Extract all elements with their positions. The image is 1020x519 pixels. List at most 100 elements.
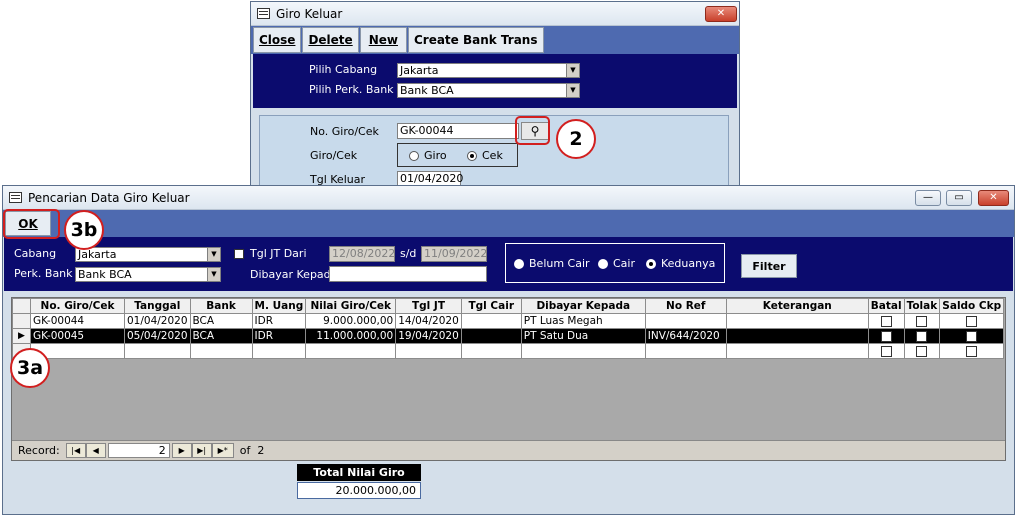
cell-empty[interactable] bbox=[460, 343, 522, 359]
cell-tolak[interactable] bbox=[903, 313, 941, 329]
col-header[interactable]: Tanggal bbox=[124, 298, 191, 314]
tolak-checkbox[interactable] bbox=[916, 345, 928, 357]
create-bank-trans-button[interactable]: Create Bank Trans bbox=[407, 27, 544, 53]
cell-batal[interactable] bbox=[867, 313, 905, 329]
cell-saldo[interactable] bbox=[939, 328, 1005, 344]
cell-empty[interactable] bbox=[395, 343, 462, 359]
next-record-button[interactable]: ▶ bbox=[171, 443, 192, 458]
cell-no-giro[interactable]: GK-00044 bbox=[30, 313, 125, 329]
cell-tanggal[interactable]: 05/04/2020 bbox=[124, 328, 191, 344]
saldo-ckp-checkbox[interactable] bbox=[966, 345, 978, 357]
cell-tolak[interactable] bbox=[903, 328, 941, 344]
col-header[interactable]: M. Uang bbox=[251, 298, 307, 314]
col-header[interactable]: Tgl JT bbox=[395, 298, 462, 314]
cell-tolak[interactable] bbox=[903, 343, 941, 359]
cell-saldo[interactable] bbox=[939, 343, 1005, 359]
cell-uang[interactable]: IDR bbox=[251, 328, 307, 344]
no-giro-input[interactable]: GK-00044 bbox=[397, 123, 519, 139]
chevron-down-icon[interactable]: ▼ bbox=[207, 248, 220, 261]
cell-ref[interactable] bbox=[644, 313, 727, 329]
cell-empty[interactable] bbox=[251, 343, 307, 359]
record-number-input[interactable]: 2 bbox=[107, 443, 170, 458]
col-header[interactable]: Saldo Ckp bbox=[939, 298, 1005, 314]
col-header[interactable]: Dibayar Kepada bbox=[520, 298, 646, 314]
saldo-ckp-checkbox[interactable] bbox=[966, 315, 978, 327]
minimize-icon[interactable]: — bbox=[915, 190, 941, 206]
col-header[interactable]: Batal bbox=[867, 298, 905, 314]
radio-cek[interactable]: Cek bbox=[467, 149, 503, 162]
radio-cek-icon[interactable] bbox=[467, 151, 477, 161]
filter-button[interactable]: Filter bbox=[741, 254, 797, 278]
cell-no-giro[interactable]: GK-00045 bbox=[30, 328, 125, 344]
row-selector[interactable]: ▶ bbox=[12, 328, 31, 344]
batal-checkbox[interactable] bbox=[880, 330, 892, 342]
col-header[interactable]: Keterangan bbox=[725, 298, 869, 314]
cell-nilai[interactable]: 11.000.000,00 bbox=[305, 328, 397, 344]
cell-ref[interactable]: INV/644/2020 bbox=[644, 328, 727, 344]
radio-giro[interactable]: Giro bbox=[409, 149, 447, 162]
saldo-ckp-checkbox[interactable] bbox=[966, 330, 978, 342]
cell-tgl-cair[interactable] bbox=[460, 313, 522, 329]
cell-empty[interactable] bbox=[725, 343, 869, 359]
tolak-checkbox[interactable] bbox=[916, 315, 928, 327]
close-button[interactable]: Close bbox=[253, 27, 302, 53]
cell-batal[interactable] bbox=[867, 343, 905, 359]
window-menu-icon[interactable] bbox=[257, 8, 270, 19]
tgl-jt-checkbox[interactable] bbox=[234, 249, 244, 259]
col-header[interactable]: No. Giro/Cek bbox=[30, 298, 125, 314]
cell-dibayar[interactable]: PT Luas Megah bbox=[520, 313, 646, 329]
col-header[interactable]: Bank bbox=[189, 298, 253, 314]
col-header[interactable]: Tgl Cair bbox=[460, 298, 522, 314]
col-header[interactable]: Nilai Giro/Cek bbox=[305, 298, 397, 314]
table-row[interactable]: GK-00044 01/04/2020 BCA IDR 9.000.000,00… bbox=[12, 313, 1005, 329]
dibayar-input[interactable] bbox=[329, 266, 487, 282]
cell-empty[interactable] bbox=[124, 343, 191, 359]
chevron-down-icon[interactable]: ▼ bbox=[566, 64, 579, 77]
cell-empty[interactable] bbox=[644, 343, 727, 359]
cell-nilai[interactable]: 9.000.000,00 bbox=[305, 313, 397, 329]
delete-button[interactable]: Delete bbox=[302, 27, 359, 53]
cell-ket[interactable] bbox=[725, 328, 869, 344]
perk-bank-combo[interactable]: Bank BCA ▼ bbox=[75, 267, 221, 282]
cell-ket[interactable] bbox=[725, 313, 869, 329]
close-icon[interactable]: ✕ bbox=[978, 190, 1009, 206]
cell-uang[interactable]: IDR bbox=[251, 313, 307, 329]
new-record-row[interactable] bbox=[12, 343, 1005, 359]
close-icon[interactable]: ✕ bbox=[705, 6, 737, 22]
col-header[interactable]: Tolak bbox=[903, 298, 941, 314]
window-menu-icon[interactable] bbox=[9, 192, 22, 203]
pilih-bank-combo[interactable]: Bank BCA ▼ bbox=[397, 83, 580, 98]
col-header[interactable]: No Ref bbox=[644, 298, 727, 314]
cell-tgl-jt[interactable]: 19/04/2020 bbox=[395, 328, 462, 344]
cell-empty[interactable] bbox=[189, 343, 253, 359]
chevron-down-icon[interactable]: ▼ bbox=[566, 84, 579, 97]
prev-record-button[interactable]: ◀ bbox=[85, 443, 106, 458]
maximize-icon[interactable]: ▭ bbox=[946, 190, 972, 206]
new-button[interactable]: New bbox=[359, 27, 407, 53]
first-record-button[interactable]: |◀ bbox=[65, 443, 86, 458]
row-selector[interactable] bbox=[12, 313, 31, 329]
radio-belum-cair[interactable]: Belum Cair bbox=[514, 257, 590, 270]
tolak-checkbox[interactable] bbox=[916, 330, 928, 342]
cell-tgl-jt[interactable]: 14/04/2020 bbox=[395, 313, 462, 329]
new-record-button[interactable]: ▶* bbox=[211, 443, 234, 458]
radio-belum-cair-icon[interactable] bbox=[514, 259, 524, 269]
tgl-from-input[interactable]: 12/08/2022 bbox=[329, 246, 395, 262]
tgl-to-input[interactable]: 11/09/2022 bbox=[421, 246, 487, 262]
cell-bank[interactable]: BCA bbox=[189, 328, 253, 344]
cell-empty[interactable] bbox=[305, 343, 397, 359]
cell-tanggal[interactable]: 01/04/2020 bbox=[124, 313, 191, 329]
radio-cair-icon[interactable] bbox=[598, 259, 608, 269]
radio-giro-icon[interactable] bbox=[409, 151, 419, 161]
radio-cair[interactable]: Cair bbox=[598, 257, 635, 270]
cell-tgl-cair[interactable] bbox=[460, 328, 522, 344]
pilih-cabang-combo[interactable]: Jakarta ▼ bbox=[397, 63, 580, 78]
cell-empty[interactable] bbox=[520, 343, 646, 359]
cell-saldo[interactable] bbox=[939, 313, 1005, 329]
radio-keduanya[interactable]: Keduanya bbox=[646, 257, 715, 270]
cell-batal[interactable] bbox=[867, 328, 905, 344]
cabang-combo[interactable]: Jakarta ▼ bbox=[75, 247, 221, 262]
chevron-down-icon[interactable]: ▼ bbox=[207, 268, 220, 281]
batal-checkbox[interactable] bbox=[880, 315, 892, 327]
batal-checkbox[interactable] bbox=[880, 345, 892, 357]
